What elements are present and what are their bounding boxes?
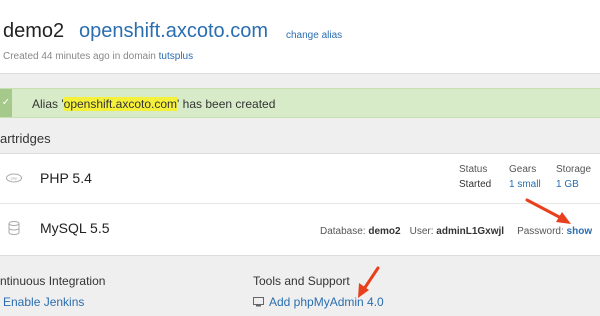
- app-name: demo2: [3, 20, 65, 42]
- annotation-arrow-icon: [358, 266, 380, 298]
- check-icon: ✓: [0, 89, 12, 117]
- gears-link[interactable]: 1 small: [509, 179, 541, 190]
- storage-link[interactable]: 1 GB: [556, 179, 579, 190]
- database-icon: [8, 221, 20, 235]
- show-password-link[interactable]: show: [567, 226, 593, 237]
- tools-heading: Tools and Support: [253, 274, 350, 288]
- database-credentials: Database: demo2 User: adminL1Gxwjl Passwor…: [320, 226, 592, 237]
- add-phpmyadmin-link[interactable]: Add phpMyAdmin 4.0: [269, 295, 384, 309]
- enable-jenkins-link[interactable]: Enable Jenkins: [3, 295, 84, 309]
- ci-heading: ntinuous Integration: [0, 274, 106, 288]
- cartridges-heading: artridges: [0, 131, 51, 146]
- database-value: demo2: [368, 226, 401, 237]
- domain-link[interactable]: tutsplus: [159, 51, 193, 62]
- svg-text:php: php: [11, 176, 18, 181]
- database-label: Database:: [320, 226, 369, 237]
- user-value: adminL1Gxwjl: [436, 226, 505, 237]
- mysql-cartridge-name: MySQL 5.5: [40, 220, 110, 236]
- password-label: Password:: [517, 226, 567, 237]
- php-icon: php: [6, 173, 22, 183]
- status-label: Status: [459, 164, 488, 175]
- alert-message: Alias 'openshift.axcoto.com' has been cr…: [32, 97, 275, 111]
- app-header: demo2 openshift.axcoto.com change alias …: [0, 0, 600, 74]
- user-label: User:: [409, 226, 437, 237]
- gears-label: Gears: [509, 164, 537, 175]
- alert-alias: openshift.axcoto.com: [63, 97, 178, 111]
- created-info: Created 44 minutes ago in domain tutsplu…: [3, 51, 193, 62]
- success-alert: ✓ Alias 'openshift.axcoto.com' has been …: [0, 88, 600, 118]
- php-cartridge-name: PHP 5.4: [40, 170, 92, 186]
- alert-text-before: Alias ': [32, 97, 64, 111]
- app-url-link[interactable]: openshift.axcoto.com: [79, 20, 268, 43]
- created-text: Created 44 minutes ago in domain: [3, 51, 159, 62]
- cartridges-panel: php PHP 5.4 Status Started Gears 1 small…: [0, 153, 600, 256]
- tools-icon: [253, 297, 264, 307]
- change-alias-link[interactable]: change alias: [286, 30, 342, 41]
- cartridge-divider: [0, 203, 600, 204]
- alert-text-after: ' has been created: [177, 97, 276, 111]
- status-value: Started: [459, 179, 492, 190]
- storage-label: Storage: [556, 164, 592, 175]
